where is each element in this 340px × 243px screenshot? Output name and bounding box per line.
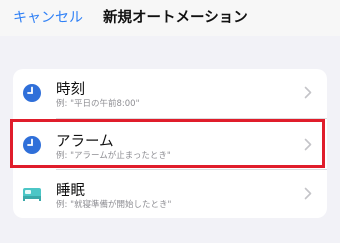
bed-icon	[23, 188, 41, 201]
chevron-right-icon	[304, 138, 312, 151]
trigger-subtitle: 例: "アラームが止まったとき"	[56, 151, 171, 161]
trigger-row-time[interactable]: 時刻 例: "平日の午前8:00"	[13, 69, 327, 117]
trigger-title: アラーム	[56, 134, 114, 150]
row-divider	[56, 118, 327, 119]
trigger-row-sleep[interactable]: 睡眠 例: "就寝準備が開始したとき"	[13, 170, 327, 218]
cancel-button[interactable]: キャンセル	[13, 7, 83, 27]
trigger-title: 時刻	[56, 82, 85, 98]
trigger-subtitle: 例: "就寝準備が開始したとき"	[56, 200, 172, 210]
chevron-right-icon	[304, 187, 312, 200]
page-title: 新規オートメーション	[103, 10, 248, 26]
navigation-bar: キャンセル 新規オートメーション	[0, 0, 340, 36]
clock-icon	[23, 84, 41, 102]
trigger-list: 時刻 例: "平日の午前8:00" アラーム 例: "アラームが止まったとき" …	[13, 69, 327, 218]
trigger-title: 睡眠	[56, 183, 85, 199]
trigger-subtitle: 例: "平日の午前8:00"	[56, 99, 140, 109]
alarm-clock-icon	[23, 136, 41, 154]
trigger-row-alarm[interactable]: アラーム 例: "アラームが止まったとき"	[13, 121, 327, 169]
chevron-right-icon	[304, 86, 312, 99]
